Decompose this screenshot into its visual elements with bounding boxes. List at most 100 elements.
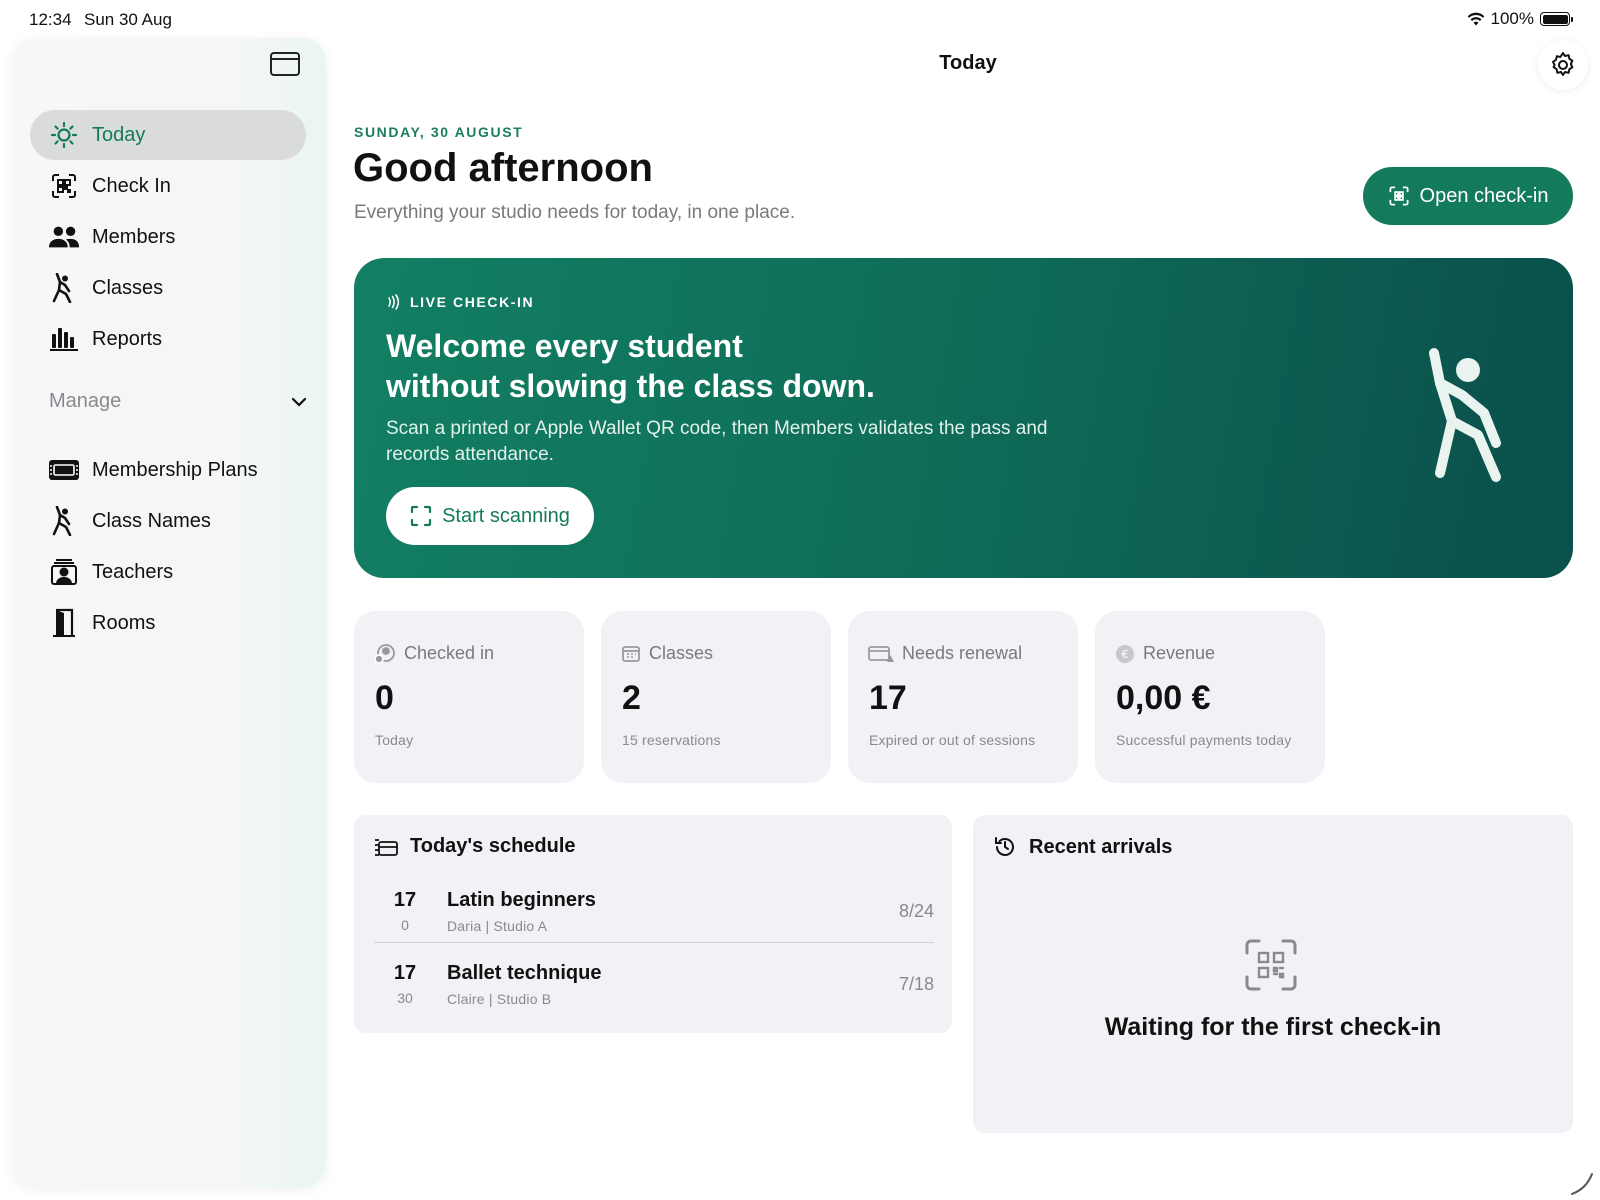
recent-arrivals-panel: Recent arrivals Waiting for the first ch… [973,815,1573,1133]
card-warning-icon [868,645,894,662]
hero-title: Welcome every student without slowing th… [386,326,1086,406]
door-icon [48,607,80,639]
qr-scan-icon [1245,939,1297,991]
resize-handle-icon[interactable] [1568,1170,1594,1196]
nfc-waves-icon [388,294,400,310]
sidebar-item-label: Teachers [92,560,174,583]
euro-icon: € [1116,644,1134,663]
status-date: Sun 30 Aug [84,10,172,29]
open-checkin-button[interactable]: Open check-in [1363,167,1573,225]
class-name: Latin beginners [447,889,596,911]
sidebar-item-label: Rooms [92,611,156,634]
sidebar-item-check-in[interactable]: Check In [30,161,306,211]
start-scanning-button[interactable]: Start scanning [386,487,594,545]
stat-header: Checked in [374,643,494,664]
settings-button[interactable] [1538,40,1588,90]
page-title: Today [939,52,997,74]
schedule-row[interactable]: 17 0 Latin beginners Daria | Studio A 8/… [374,881,934,945]
person-check-icon [374,643,395,664]
stat-value: 0 [375,679,394,717]
stat-card-checked-in[interactable]: Checked in 0 Today [354,611,584,783]
sidebar: Today Check In Members Classes Reports M… [12,38,326,1188]
sidebar-item-label: Today [92,123,146,146]
history-icon [995,837,1014,856]
gear-icon [1552,52,1574,76]
sidebar-item-today[interactable]: Today [30,110,306,160]
start-scanning-label: Start scanning [442,504,570,527]
schedule-row[interactable]: 17 30 Ballet technique Claire | Studio B… [374,954,934,1018]
reservation-count: 8/24 [898,901,934,921]
sun-icon [48,119,80,151]
stat-label: Needs renewal [902,643,1023,663]
live-checkin-banner: LIVE CHECK-IN Welcome every student with… [354,258,1573,578]
class-meta: Daria | Studio A [447,918,548,934]
qr-scan-icon [1389,186,1409,206]
hero-tag: LIVE CHECK-IN [386,294,534,310]
section-title: Manage [49,390,122,412]
chevron-down-icon [291,397,307,407]
qr-scan-icon [48,170,80,202]
hero-title-line: Welcome every student [386,328,743,364]
stat-card-revenue[interactable]: € Revenue 0,00 € Successful payments tod… [1095,611,1325,783]
todays-schedule-panel: Today's schedule 17 0 Latin beginners Da… [354,815,952,1033]
status-time: 12:34 [29,10,72,29]
sidebar-item-label: Classes [92,276,164,299]
open-checkin-label: Open check-in [1419,184,1549,207]
row-divider [374,942,934,943]
bar-chart-icon [48,323,80,355]
people-icon [48,221,80,253]
sidebar-item-label: Reports [92,327,163,350]
date-label: SUNDAY, 30 AUGUST [354,124,524,140]
dancer-icon [48,505,80,537]
sidebar-item-teachers[interactable]: Teachers [30,547,306,597]
sidebar-item-label: Check In [92,174,171,197]
greeting-subtitle: Everything your studio needs for today, … [354,202,796,223]
status-bar: 12:34 Sun 30 Aug 100% [0,0,1600,36]
sidebar-item-reports[interactable]: Reports [30,314,306,364]
stat-label: Checked in [404,643,495,663]
sidebar-item-membership-plans[interactable]: Membership Plans [30,445,306,495]
schedule-list-icon [375,838,398,856]
dancer-icon [1429,348,1501,482]
empty-state-text: Waiting for the first check-in [1104,1013,1442,1041]
sidebar-item-classes[interactable]: Classes [30,263,306,313]
panel-header: Today's schedule [374,835,576,858]
ticket-icon [48,454,80,486]
battery-icon [1540,12,1573,26]
panel-header: Recent arrivals [993,835,1172,859]
manage-section-header[interactable]: Manage [49,390,307,413]
status-right: 100% [1467,9,1573,29]
schedule-minute: 0 [401,917,409,933]
sidebar-item-members[interactable]: Members [30,212,306,262]
reservation-count: 7/18 [898,974,934,994]
stat-footnote: Expired or out of sessions [869,732,1036,748]
schedule-hour: 17 [393,889,417,911]
schedule-hour: 17 [393,962,417,984]
stat-footnote: 15 reservations [622,732,721,748]
stat-header: Classes [621,643,713,664]
teacher-icon [48,556,80,588]
sidebar-item-rooms[interactable]: Rooms [30,598,306,648]
scan-frame-icon [410,505,432,527]
stat-card-needs-renewal[interactable]: Needs renewal 17 Expired or out of sessi… [848,611,1078,783]
calendar-icon [622,645,640,662]
sidebar-item-label: Members [92,225,176,248]
stat-value: 2 [622,679,641,717]
sidebar-item-label: Class Names [92,509,211,532]
stat-header: € Revenue [1115,643,1215,664]
battery-percent: 100% [1490,9,1534,28]
stat-value: 0,00 € [1116,679,1211,717]
hero-tag-label: LIVE CHECK-IN [410,294,535,310]
svg-text:€: € [1122,648,1129,661]
hero-title-line: without slowing the class down. [386,368,875,404]
sidebar-item-label: Membership Plans [92,458,258,481]
panel-title: Today's schedule [410,835,576,857]
schedule-minute: 30 [397,990,413,1006]
panel-title: Recent arrivals [1029,835,1173,858]
stat-label: Classes [649,643,714,663]
sidebar-item-class-names[interactable]: Class Names [30,496,306,546]
hero-description: Scan a printed or Apple Wallet QR code, … [386,418,1048,465]
wifi-icon [1467,12,1484,26]
stat-card-classes[interactable]: Classes 2 15 reservations [601,611,831,783]
greeting-heading: Good afternoon [353,146,653,190]
